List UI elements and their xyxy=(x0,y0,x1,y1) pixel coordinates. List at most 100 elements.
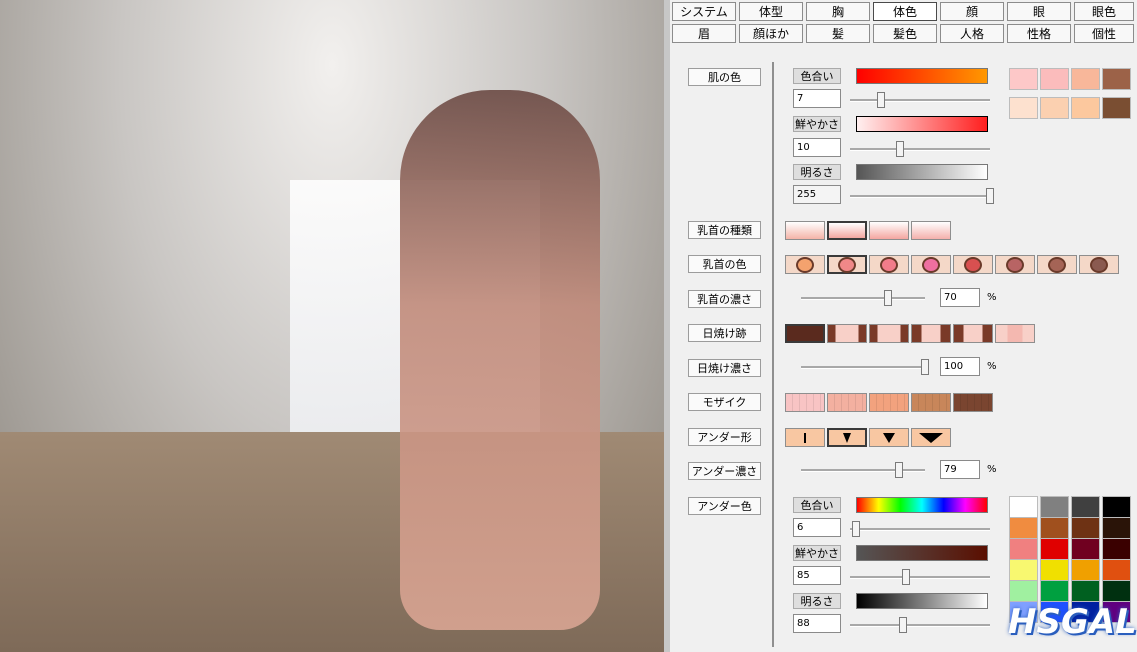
skin-bri-input[interactable]: 255 xyxy=(793,185,841,204)
under-hue-input[interactable]: 6 xyxy=(793,518,841,537)
tab-face-other[interactable]: 顔ほか xyxy=(739,24,803,43)
mosaic-option[interactable] xyxy=(827,393,867,412)
skin-color-swatch[interactable] xyxy=(1071,68,1100,90)
label-tanline: 日焼け跡 xyxy=(688,324,761,342)
tab-eyebrows[interactable]: 眉 xyxy=(672,24,736,43)
under-color-swatch[interactable] xyxy=(1009,559,1038,581)
slider-thumb[interactable] xyxy=(899,617,908,633)
under-color-swatch[interactable] xyxy=(1040,538,1069,560)
nipple-type-2[interactable] xyxy=(827,221,867,240)
tab-body-color[interactable]: 体色 xyxy=(873,2,937,21)
character-viewport[interactable] xyxy=(0,0,664,652)
nipple-depth-input[interactable]: 70 xyxy=(940,288,980,307)
tanline-type-2[interactable] xyxy=(827,324,867,343)
nipple-color-option[interactable] xyxy=(995,255,1035,274)
mosaic-option[interactable] xyxy=(911,393,951,412)
skin-color-swatch[interactable] xyxy=(1102,68,1131,90)
nipple-color-option[interactable] xyxy=(1079,255,1119,274)
label-nipple-depth: 乳首の濃さ xyxy=(688,290,761,308)
tab-character[interactable]: 性格 xyxy=(1007,24,1071,43)
under-shape-1[interactable] xyxy=(785,428,825,447)
mosaic-option[interactable] xyxy=(785,393,825,412)
under-bri-input[interactable]: 88 xyxy=(793,614,841,633)
skin-sat-input[interactable]: 10 xyxy=(793,138,841,157)
tab-eye-color[interactable]: 眼色 xyxy=(1074,2,1134,21)
under-depth-slider[interactable] xyxy=(801,462,925,478)
under-color-swatch[interactable] xyxy=(1009,538,1038,560)
tan-depth-input[interactable]: 100 xyxy=(940,357,980,376)
slider-thumb[interactable] xyxy=(986,188,994,204)
nipple-color-option[interactable] xyxy=(911,255,951,274)
slider-thumb[interactable] xyxy=(883,290,892,306)
nipple-depth-slider[interactable] xyxy=(801,290,925,306)
label-tan-depth: 日焼け濃さ xyxy=(688,359,761,377)
under-color-swatch[interactable] xyxy=(1009,517,1038,539)
tanline-type-1[interactable] xyxy=(785,324,825,343)
skin-color-swatch[interactable] xyxy=(1071,97,1100,119)
under-hue-slider[interactable] xyxy=(850,521,990,537)
slider-thumb[interactable] xyxy=(894,462,903,478)
under-color-swatch[interactable] xyxy=(1102,559,1131,581)
mosaic-option[interactable] xyxy=(869,393,909,412)
slider-thumb[interactable] xyxy=(921,359,929,375)
under-color-swatch[interactable] xyxy=(1102,538,1131,560)
skin-sat-slider[interactable] xyxy=(850,141,990,157)
tab-individuality[interactable]: 個性 xyxy=(1074,24,1134,43)
under-color-swatch[interactable] xyxy=(1071,559,1100,581)
tanline-type-6[interactable] xyxy=(995,324,1035,343)
under-color-swatch[interactable] xyxy=(1071,538,1100,560)
under-sat-slider[interactable] xyxy=(850,569,990,585)
tab-chest[interactable]: 胸 xyxy=(806,2,870,21)
under-shape-2[interactable] xyxy=(827,428,867,447)
under-color-swatch[interactable] xyxy=(1040,559,1069,581)
skin-color-swatch[interactable] xyxy=(1040,97,1069,119)
slider-thumb[interactable] xyxy=(876,92,885,108)
tab-personality[interactable]: 人格 xyxy=(940,24,1004,43)
tan-depth-slider[interactable] xyxy=(801,359,929,375)
skin-color-swatch[interactable] xyxy=(1009,97,1038,119)
slider-thumb[interactable] xyxy=(851,521,860,537)
tab-hair[interactable]: 髪 xyxy=(806,24,870,43)
under-bri-slider[interactable] xyxy=(850,617,990,633)
nipple-color-dot xyxy=(880,256,898,273)
under-shape-4[interactable] xyxy=(911,428,951,447)
tab-body-shape[interactable]: 体型 xyxy=(739,2,803,21)
under-color-swatch[interactable] xyxy=(1040,496,1069,518)
nipple-type-4[interactable] xyxy=(911,221,951,240)
tan-depth-unit: % xyxy=(987,361,997,372)
under-sat-input[interactable]: 85 xyxy=(793,566,841,585)
skin-color-swatch[interactable] xyxy=(1040,68,1069,90)
skin-bri-slider[interactable] xyxy=(850,188,994,204)
nipple-color-option[interactable] xyxy=(785,255,825,274)
nipple-type-3[interactable] xyxy=(869,221,909,240)
skin-hue-input[interactable]: 7 xyxy=(793,89,841,108)
tanline-type-3[interactable] xyxy=(869,324,909,343)
skin-bri-bar xyxy=(856,164,988,180)
slider-thumb[interactable] xyxy=(896,141,905,157)
slider-thumb[interactable] xyxy=(902,569,910,585)
under-color-swatch[interactable] xyxy=(1071,496,1100,518)
under-color-swatch[interactable] xyxy=(1040,517,1069,539)
nipple-color-option[interactable] xyxy=(1037,255,1077,274)
under-shape-3[interactable] xyxy=(869,428,909,447)
skin-color-swatch[interactable] xyxy=(1102,97,1131,119)
under-color-swatch[interactable] xyxy=(1102,517,1131,539)
tab-eyes[interactable]: 眼 xyxy=(1007,2,1071,21)
tab-hair-color[interactable]: 髪色 xyxy=(873,24,937,43)
under-color-swatch[interactable] xyxy=(1009,496,1038,518)
skin-sat-bar xyxy=(856,116,988,132)
nipple-color-option[interactable] xyxy=(953,255,993,274)
mosaic-option[interactable] xyxy=(953,393,993,412)
tab-system[interactable]: システム xyxy=(672,2,736,21)
tanline-type-5[interactable] xyxy=(953,324,993,343)
tab-face[interactable]: 顔 xyxy=(940,2,1004,21)
under-depth-input[interactable]: 79 xyxy=(940,460,980,479)
nipple-type-1[interactable] xyxy=(785,221,825,240)
tanline-type-4[interactable] xyxy=(911,324,951,343)
skin-hue-slider[interactable] xyxy=(850,92,990,108)
nipple-color-option[interactable] xyxy=(869,255,909,274)
nipple-color-option[interactable] xyxy=(827,255,867,274)
skin-color-swatch[interactable] xyxy=(1009,68,1038,90)
under-color-swatch[interactable] xyxy=(1071,517,1100,539)
under-color-swatch[interactable] xyxy=(1102,496,1131,518)
